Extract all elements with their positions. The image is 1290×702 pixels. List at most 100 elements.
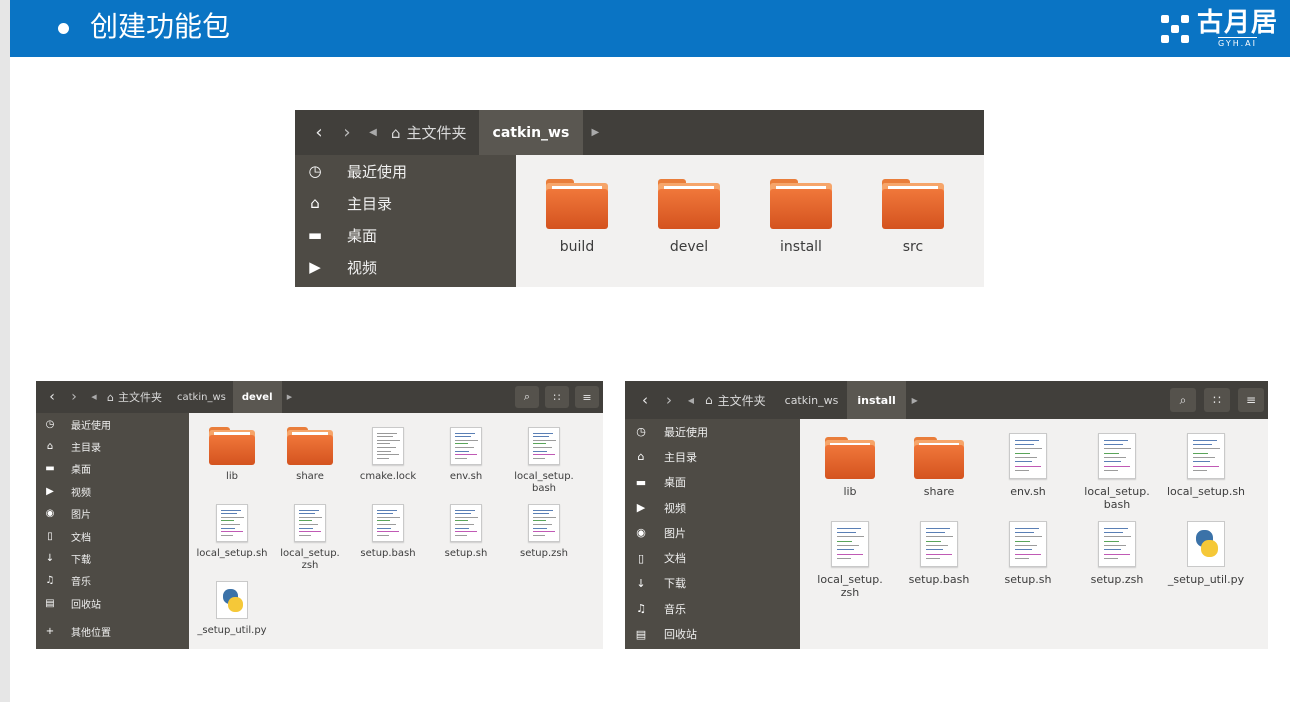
file-item[interactable]: local_setup. zsh (804, 513, 896, 599)
crumb-catkin-ws[interactable]: catkin_ws (776, 381, 848, 419)
file-name: env.sh (449, 471, 483, 482)
file-item[interactable]: env.sh (427, 417, 505, 483)
file-item[interactable]: share (271, 417, 349, 483)
text-file-icon (372, 427, 404, 465)
file-name: setup.zsh (520, 548, 568, 559)
sidebar-item-label: 图片 (664, 526, 686, 540)
slide-title: 创建功能包 (90, 10, 231, 43)
file-item[interactable]: lib (193, 417, 271, 483)
sidebar-item-label: 视频 (347, 258, 378, 277)
sidebar-item-desktop[interactable]: ▬ 桌面 (295, 219, 516, 251)
sidebar-item-plus[interactable]: + 其他位置 (36, 621, 189, 643)
file-item[interactable]: setup.sh (427, 494, 505, 560)
file-item[interactable]: env.sh (982, 425, 1074, 499)
sidebar-item-label: 视频 (71, 487, 91, 499)
python-file-icon (1187, 521, 1225, 567)
view-toggle-button[interactable]: ∷ (1204, 388, 1230, 412)
sidebar-item-video[interactable]: ▶ 视频 (295, 251, 516, 283)
back-button[interactable]: ‹ (41, 381, 63, 413)
back-button[interactable]: ‹ (633, 381, 657, 419)
file-item[interactable]: local_setup. zsh (271, 494, 349, 571)
file-item[interactable]: share (893, 425, 985, 499)
file-item[interactable]: install (758, 175, 844, 255)
crumb-home[interactable]: ⌂ 主文件夹 (385, 110, 479, 155)
camera-icon: ◉ (636, 526, 646, 540)
back-button[interactable]: ‹ (305, 110, 333, 155)
search-button[interactable]: ⌕ (515, 386, 539, 408)
folder-icon (825, 437, 875, 479)
sidebar-item-home[interactable]: ⌂ 主目录 (295, 187, 516, 219)
file-manager-window-catkin-ws: ‹ › ◀ ⌂ 主文件夹 catkin_ws ▶ ◷ 最近使用 ⌂ 主目录 ▬ 桌面 ▶ 视频… (295, 110, 984, 287)
file-item[interactable]: build (534, 175, 620, 255)
folder-icon (209, 427, 255, 465)
view-toggle-button[interactable]: ∷ (545, 386, 569, 408)
path-left-arrow-icon[interactable]: ◀ (85, 381, 103, 413)
search-button[interactable]: ⌕ (1170, 388, 1196, 412)
file-name: install (780, 239, 822, 255)
file-item[interactable]: local_setup. bash (1071, 425, 1163, 511)
file-item[interactable]: devel (646, 175, 732, 255)
sidebar-item-home[interactable]: ⌂ 主目录 (36, 435, 189, 457)
menu-button[interactable]: ≡ (575, 386, 599, 408)
path-right-arrow-icon[interactable]: ▶ (906, 381, 924, 419)
forward-button[interactable]: › (657, 381, 681, 419)
sidebar-item-desktop[interactable]: ▬ 桌面 (625, 470, 800, 495)
crumb-home-label: 主文件夹 (117, 391, 162, 404)
sidebar-item-trash[interactable]: ▤ 回收站 (625, 621, 800, 646)
file-item[interactable]: cmake.lock (349, 417, 427, 483)
sidebar-item-camera[interactable]: ◉ 图片 (625, 520, 800, 545)
sidebar-item-download[interactable]: ↓ 下载 (625, 571, 800, 596)
file-item[interactable]: lib (804, 425, 896, 499)
sidebar-item-download[interactable]: ↓ 下载 (36, 547, 189, 569)
path-bar: ‹ › ◀ ⌂ 主文件夹 catkin_ws devel ▶ ⌕ ∷ ≡ (36, 381, 603, 413)
file-name: share (296, 471, 324, 482)
crumb-catkin-ws[interactable]: catkin_ws (170, 381, 233, 413)
forward-button[interactable]: › (63, 381, 85, 413)
sidebar-item-music[interactable]: ♫ 音乐 (625, 596, 800, 621)
sidebar-item-trash[interactable]: ▤ 回收站 (36, 592, 189, 614)
sidebar-item-clock[interactable]: ◷ 最近使用 (625, 419, 800, 444)
sidebar-item-video[interactable]: ▶ 视频 (625, 495, 800, 520)
video-icon: ▶ (636, 501, 646, 515)
file-name: lib (226, 471, 238, 482)
crumb-home[interactable]: ⌂ 主文件夹 (103, 381, 170, 413)
file-item[interactable]: setup.sh (982, 513, 1074, 587)
sidebar-item-clock[interactable]: ◷ 最近使用 (295, 155, 516, 187)
path-right-arrow-icon[interactable]: ▶ (583, 110, 607, 155)
file-name: build (559, 239, 595, 255)
file-item[interactable]: local_setup. bash (505, 417, 583, 494)
forward-button[interactable]: › (333, 110, 361, 155)
menu-button[interactable]: ≡ (1238, 388, 1264, 412)
sidebar-item-video[interactable]: ▶ 视频 (36, 480, 189, 502)
crumb-install[interactable]: install (847, 381, 906, 419)
crumb-home[interactable]: ⌂ 主文件夹 (701, 381, 776, 419)
sidebar-item-camera[interactable]: ◉ 图片 (36, 503, 189, 525)
sidebar-item-label: 主目录 (347, 194, 393, 213)
sidebar-item-document[interactable]: ▯ 文档 (625, 545, 800, 570)
file-item[interactable]: local_setup.sh (1160, 425, 1252, 499)
file-item[interactable]: setup.bash (349, 494, 427, 560)
sidebar-item-clock[interactable]: ◷ 最近使用 (36, 413, 189, 435)
path-left-arrow-icon[interactable]: ◀ (681, 381, 701, 419)
file-name: share (923, 485, 955, 498)
home-icon: ⌂ (637, 450, 645, 464)
sidebar-item-label: 其他位置 (71, 628, 111, 640)
clock-icon: ◷ (636, 425, 646, 439)
crumb-devel[interactable]: devel (232, 381, 282, 413)
file-item[interactable]: _setup_util.py (193, 571, 271, 637)
file-item[interactable]: setup.bash (893, 513, 985, 587)
crumb-catkin-ws[interactable]: catkin_ws (478, 110, 584, 155)
file-item[interactable]: src (870, 175, 956, 255)
sidebar-item-music[interactable]: ♫ 音乐 (36, 570, 189, 592)
sidebar-item-desktop[interactable]: ▬ 桌面 (36, 458, 189, 480)
file-item[interactable]: local_setup.sh (193, 494, 271, 560)
file-item[interactable]: _setup_util.py (1160, 513, 1252, 587)
path-left-arrow-icon[interactable]: ◀ (361, 110, 385, 155)
music-icon: ♫ (636, 602, 646, 616)
file-item[interactable]: setup.zsh (505, 494, 583, 560)
script-file-icon (1009, 521, 1047, 567)
path-right-arrow-icon[interactable]: ▶ (282, 381, 298, 413)
sidebar-item-document[interactable]: ▯ 文档 (36, 525, 189, 547)
sidebar-item-home[interactable]: ⌂ 主目录 (625, 444, 800, 469)
file-item[interactable]: setup.zsh (1071, 513, 1163, 587)
